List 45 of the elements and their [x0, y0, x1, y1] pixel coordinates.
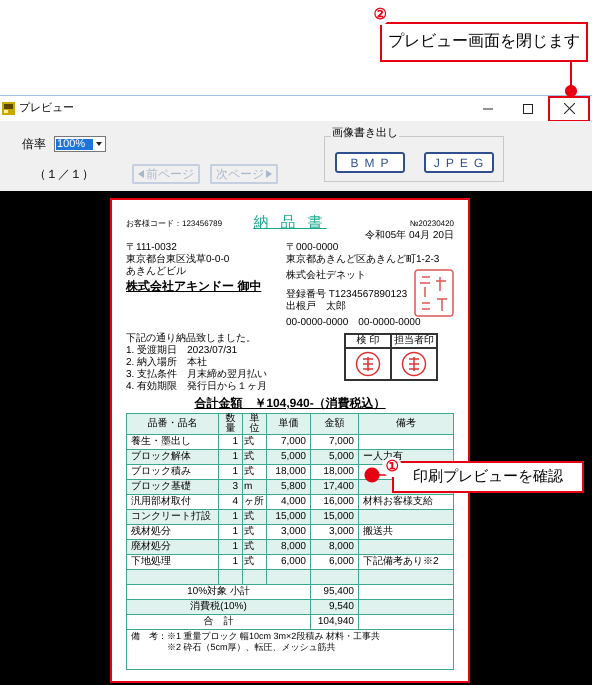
document-title: 納 品 書 [253, 215, 327, 230]
table-cell: 104,940 [310, 614, 358, 630]
note-line: 備 考：※1 重量ブロック 幅10cm 3m×2段積み 材料・工事共 [131, 632, 381, 641]
export-button[interactable]: BMP [334, 152, 404, 173]
export-button[interactable]: JPEG [424, 152, 494, 173]
seal-stamp-icon [401, 351, 427, 377]
callout-text: 印刷プレビューを確認 [413, 466, 563, 487]
staff-name: 出根戸 太郎 [286, 301, 347, 313]
recipient-name: 株式会社アキンドー 御中 [126, 278, 262, 294]
zoom-select[interactable]: 100% [54, 136, 106, 152]
group-title: 画像書き出し [331, 128, 399, 139]
postal-code: 〒111-0032 [126, 242, 178, 254]
column-header: 品番・品名 [126, 414, 218, 434]
issue-date: 令和05年 04月 20日 [365, 230, 454, 242]
address: 東京都あきんど区あきんど町1-2-3 [286, 254, 440, 266]
note-line: ※2 砕石（5cm厚）、転圧、メッシュ筋共 [166, 643, 337, 652]
registration-number: 登録番号 T1234567890123 [286, 289, 408, 300]
seal-stamp-icon [414, 269, 454, 317]
table-cell: 合 計 [126, 614, 310, 630]
term-line: 2. 納入場所 本社 [126, 357, 208, 368]
phone-numbers: 00-0000-0000 00-0000-0000 [286, 317, 422, 329]
page-indicator: （１／１） [34, 166, 95, 183]
total-amount: 合計金額 ￥104,940-（消費税込） [194, 395, 386, 411]
term-line: 1. 受渡期日 2023/07/31 [126, 345, 238, 356]
window-title: プレビュー [19, 100, 74, 116]
term-line: 4. 有効期限 発行日から１ヶ月 [126, 381, 268, 393]
callout-text: プレビュー画面を閉じます [388, 32, 580, 52]
intro-text: 下記の通り納品致しました。 [126, 333, 257, 344]
term-line: 3. 支払条件 月末締め翌月払い [126, 369, 268, 380]
right-arrow-icon [266, 170, 272, 178]
column-header: 備考 [358, 414, 454, 434]
left-arrow-icon [138, 170, 144, 178]
approval-header: 検 印 [345, 334, 391, 348]
maximize-icon[interactable] [523, 104, 533, 114]
app-icon [2, 102, 15, 115]
issuer-company: 株式会社デネット [286, 269, 367, 283]
building-name: あきんどビル [126, 266, 187, 278]
zoom-label: 倍率 [22, 136, 46, 153]
customer-code: お客様コード：123456789 [126, 218, 224, 230]
document-number: №20230420 [408, 218, 454, 230]
address: 東京都台東区浅草0-0-0 [126, 254, 230, 266]
seal-stamp-icon [355, 351, 381, 377]
approval-header: 担当者印 [391, 334, 437, 348]
close-icon [564, 103, 574, 114]
postal-code: 〒000-0000 [286, 242, 340, 254]
